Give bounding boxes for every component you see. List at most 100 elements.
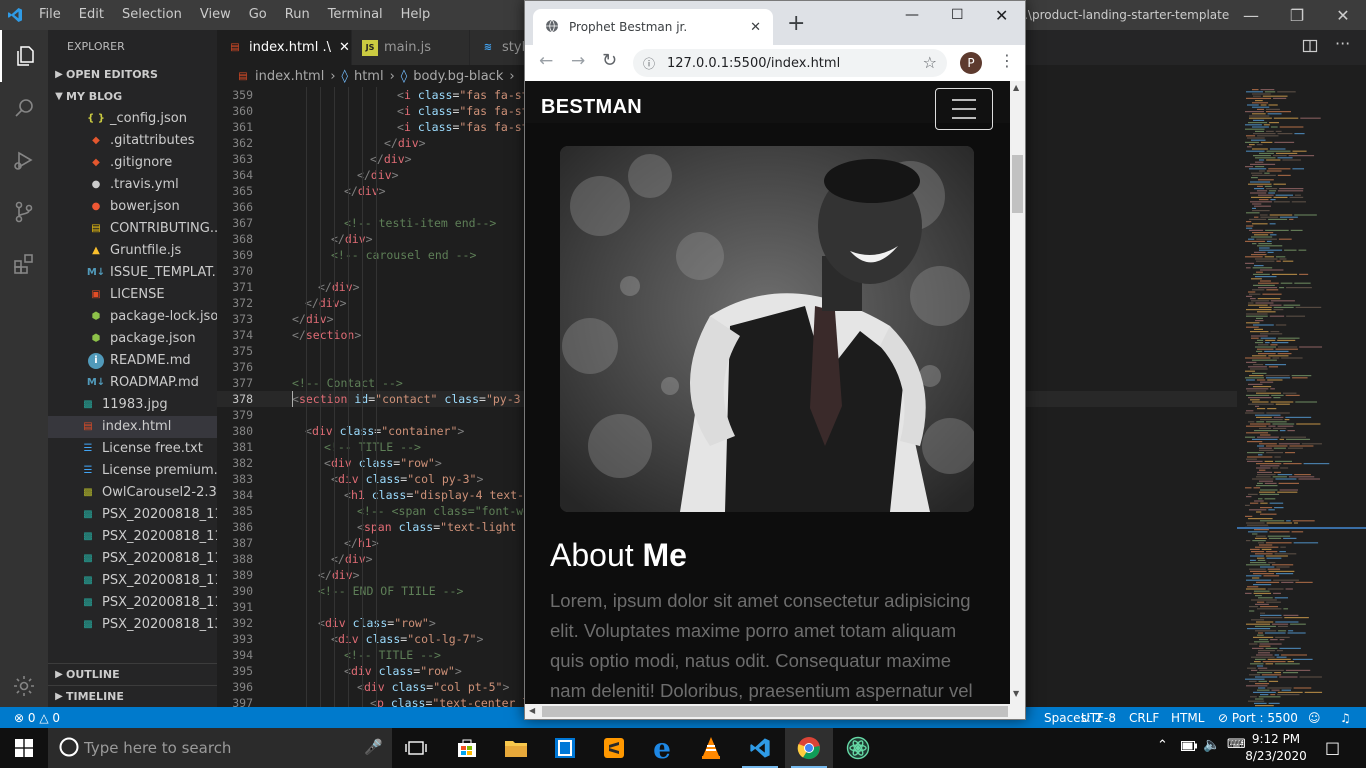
menu-view[interactable]: View [191,0,240,30]
folder-header[interactable]: ▼ MY BLOG [48,86,217,108]
profile-avatar[interactable]: P [960,52,982,74]
taskbar-search-box[interactable]: Type here to search 🎤 [48,728,392,768]
vscode-taskbar-icon[interactable] [736,728,784,768]
scroll-down-icon[interactable]: ▼ [1013,689,1019,698]
explorer-icon[interactable] [0,30,48,82]
menu-go[interactable]: Go [240,0,276,30]
tab-index-html[interactable]: ▤ index.html .\ ✕ [217,30,352,65]
run-debug-icon[interactable] [0,134,48,186]
volume-icon[interactable]: 🔈 [1203,737,1220,753]
open-editors-header[interactable]: ▶ OPEN EDITORS [48,64,217,86]
file-tree-item[interactable]: ⬢ package.json [48,328,217,350]
back-icon[interactable]: ← [539,51,553,71]
search-icon[interactable] [0,82,48,134]
show-hidden-icons-chevron-icon[interactable]: ⌃ [1157,738,1168,753]
edge-browser-icon[interactable]: e [638,728,686,768]
file-tree-item[interactable]: ▩ OwlCarousel2-2.3.... [48,482,217,504]
tab-main-js[interactable]: JS main.js [352,30,470,65]
forward-icon[interactable]: → [571,51,585,71]
file-tree-item[interactable]: ▩ PSX_20200818_11... [48,592,217,614]
vlc-player-icon[interactable] [687,728,735,768]
file-tree-item[interactable]: ◆ .gitignore [48,152,217,174]
eol-status[interactable]: CRLF [1129,707,1159,729]
chrome-menu-icon[interactable]: ⋮ [999,51,1015,70]
address-bar[interactable]: ⓘ 127.0.0.1:5500/index.html ☆ [633,49,947,77]
file-tree-item[interactable]: ⬢ package-lock.json [48,306,217,328]
tab-style[interactable]: ≋ styl [470,30,530,65]
file-tree-item[interactable]: ▩ PSX_20200818_11... [48,526,217,548]
minimize-icon[interactable]: — [905,7,919,23]
language-status[interactable]: HTML [1171,707,1204,729]
source-control-icon[interactable] [0,186,48,238]
sandbox-app-icon[interactable] [541,728,589,768]
sublime-text-icon[interactable] [590,728,638,768]
maximize-icon[interactable]: ☐ [951,7,964,23]
extensions-icon[interactable] [0,238,48,290]
file-tree-item[interactable]: ▩ PSX_20200818_11... [48,548,217,570]
file-tree-item[interactable]: ▩ PSX_20200818_13... [48,614,217,636]
file-tree-item[interactable]: { } _config.json [48,108,217,130]
scroll-left-icon[interactable]: ◀ [529,706,535,715]
input-language-icon[interactable]: ⌨ [1227,737,1246,752]
reload-icon[interactable]: ↻ [602,50,617,71]
close-icon[interactable]: ✕ [1320,0,1366,30]
microsoft-store-icon[interactable] [443,728,491,768]
microphone-icon[interactable]: 🎤 [364,738,383,756]
outline-section[interactable]: ▶ OUTLINE ▶ TIMELINE [48,663,217,707]
scrollbar-thumb[interactable] [1012,155,1023,213]
menu-file[interactable]: File [30,0,70,30]
notifications-bell-icon[interactable]: ♫ [1340,707,1351,729]
battery-icon[interactable] [1181,740,1197,755]
new-tab-icon[interactable]: + [787,13,805,35]
file-tree-item[interactable]: ▲ Gruntfile.js [48,240,217,262]
taskbar-clock[interactable]: 9:12 PM 8/23/2020 [1244,731,1308,765]
atom-editor-icon[interactable] [834,728,882,768]
horizontal-scrollbar[interactable]: ◀ [525,704,1025,719]
task-view-icon[interactable] [392,728,440,768]
scroll-up-icon[interactable]: ▲ [1013,83,1019,92]
menu-help[interactable]: Help [392,0,440,30]
menu-edit[interactable]: Edit [70,0,113,30]
breadcrumb-file[interactable]: index.html [255,69,324,84]
split-editor-icon[interactable] [1302,38,1318,58]
menu-run[interactable]: Run [276,0,319,30]
live-server-status[interactable]: ⊘ Port : 5500 [1218,707,1298,729]
file-tree-item[interactable]: ● .travis.yml [48,174,217,196]
site-brand[interactable]: BESTMAN [541,96,642,119]
close-tab-icon[interactable]: ✕ [750,20,761,35]
file-tree-item[interactable]: ▤ index.html [48,416,217,438]
file-tree-item[interactable]: ▤ CONTRIBUTING.... [48,218,217,240]
navbar-toggler-hamburger-icon[interactable] [935,88,993,130]
file-tree-item[interactable]: ◆ .gitattributes [48,130,217,152]
encoding-status[interactable]: UTF-8 [1081,707,1116,729]
file-tree-item[interactable]: M↓ ROADMAP.md [48,372,217,394]
file-tree-item[interactable]: ☰ License premium.t... [48,460,217,482]
action-center-icon[interactable]: □ [1325,738,1340,757]
timeline-section[interactable]: ▶ TIMELINE [48,685,217,707]
minimize-icon[interactable]: — [1228,0,1274,30]
chrome-taskbar-icon[interactable] [785,728,833,768]
restore-icon[interactable]: ❐ [1274,0,1320,30]
h-scrollbar-thumb[interactable] [542,706,1008,717]
menu-terminal[interactable]: Terminal [319,0,392,30]
file-tree-item[interactable]: ▩ 11983.jpg [48,394,217,416]
file-tree-item[interactable]: ☰ License free.txt [48,438,217,460]
breadcrumb-html[interactable]: html [354,69,384,84]
bookmark-star-icon[interactable]: ☆ [923,53,937,72]
windows-start-icon[interactable] [0,728,48,768]
browser-tab[interactable]: Prophet Bestman jr. ✕ [533,9,773,45]
menu-selection[interactable]: Selection [113,0,191,30]
more-actions-icon[interactable]: ··· [1335,34,1350,53]
file-tree-item[interactable]: ▩ PSX_20200818_11... [48,504,217,526]
file-tree-item[interactable]: ▩ PSX_20200818_11... [48,570,217,592]
close-window-icon[interactable]: ✕ [995,6,1008,25]
feedback-icon[interactable]: ☺ [1308,707,1321,729]
breadcrumb-body[interactable]: body.bg-black [413,69,503,84]
settings-gear-icon[interactable] [0,660,48,712]
file-tree-item[interactable]: ▣ LICENSE [48,284,217,306]
close-tab-icon[interactable]: ✕ [339,40,350,55]
file-explorer-icon[interactable] [492,728,540,768]
vertical-scrollbar[interactable]: ▲ ▼ [1010,81,1025,704]
minimap[interactable] [1237,87,1366,707]
file-tree-item[interactable]: i README.md [48,350,217,372]
